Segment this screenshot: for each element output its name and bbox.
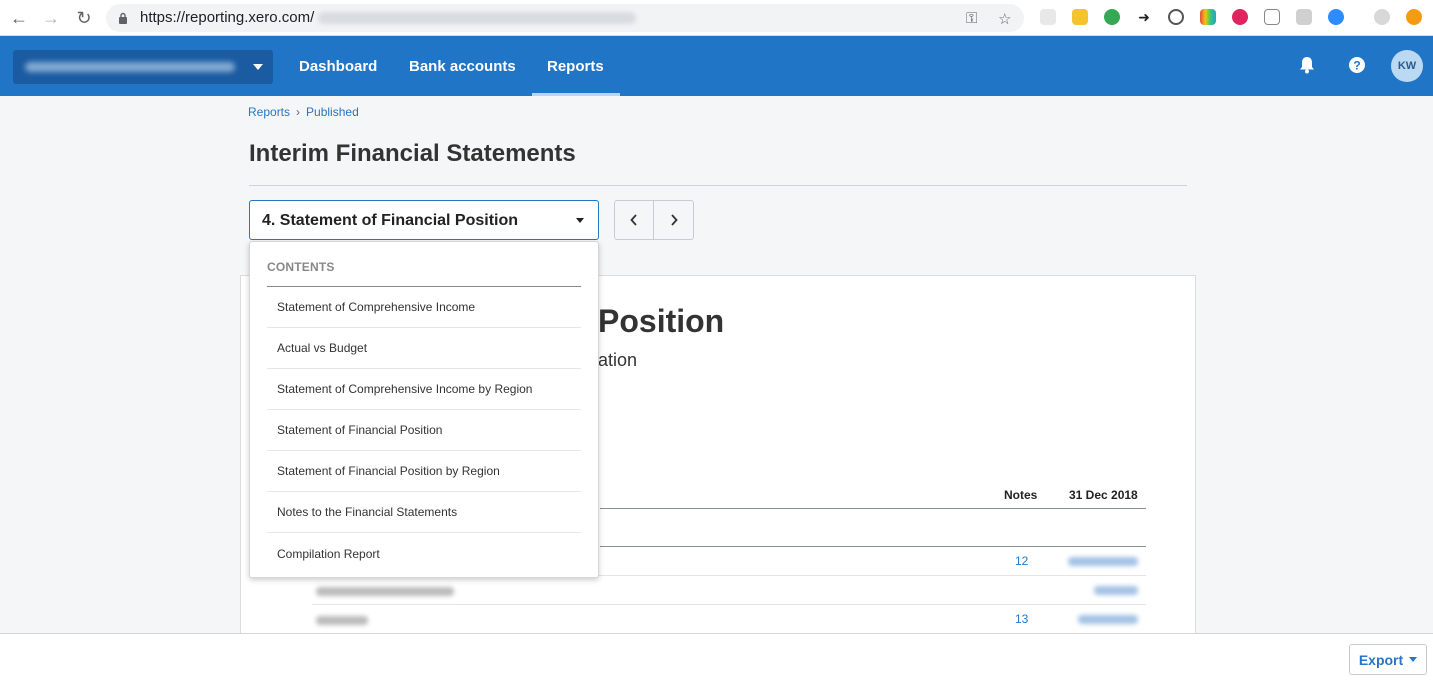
forward-icon[interactable]: →: [40, 7, 62, 29]
section-pager: [614, 200, 694, 240]
organisation-selector[interactable]: [13, 50, 273, 84]
table-value-redacted: [1068, 557, 1138, 566]
export-button[interactable]: Export: [1349, 644, 1427, 675]
bell-icon[interactable]: [1299, 56, 1315, 74]
nav-reports[interactable]: Reports: [547, 58, 604, 75]
key-icon[interactable]: ⚿: [966, 10, 977, 27]
app-header: Dashboard Bank accounts Reports ? KW: [0, 36, 1433, 96]
nav-dashboard[interactable]: Dashboard: [299, 58, 377, 75]
contents-item[interactable]: Actual vs Budget: [267, 328, 581, 369]
extension-icon[interactable]: [1072, 9, 1088, 25]
browser-toolbar: ← → ↻ https://reporting.xero.com/ ⚿ ☆ ➜: [0, 0, 1433, 36]
note-link[interactable]: 13: [1015, 612, 1028, 626]
contents-item[interactable]: Statement of Comprehensive Income by Reg…: [267, 369, 581, 410]
extension-icon[interactable]: [1040, 9, 1056, 25]
breadcrumb-separator: ›: [296, 105, 301, 119]
column-header-notes: Notes: [1004, 488, 1038, 502]
svg-text:?: ?: [1353, 59, 1360, 73]
caret-down-icon: [253, 64, 263, 70]
footer-bar: [0, 633, 1433, 685]
caret-down-icon: [1409, 657, 1418, 662]
next-section-button[interactable]: [654, 200, 694, 240]
report-subheading: ation: [598, 350, 638, 370]
previous-section-button[interactable]: [614, 200, 654, 240]
contents-item[interactable]: Statement of Financial Position by Regio…: [267, 451, 581, 492]
back-icon[interactable]: ←: [8, 7, 30, 29]
table-label-redacted: [316, 616, 368, 625]
reload-icon[interactable]: ↻: [73, 7, 95, 29]
table-row-divider: [312, 604, 1146, 605]
contents-item[interactable]: Compilation Report: [267, 533, 581, 574]
breadcrumb: Reports › Published: [248, 105, 359, 119]
chevron-right-icon: [670, 214, 678, 226]
extension-icon[interactable]: [1168, 9, 1184, 25]
contents-item[interactable]: Statement of Comprehensive Income: [267, 287, 581, 328]
url-path-redacted: [318, 12, 636, 24]
organisation-name-redacted: [25, 62, 235, 72]
url-text: https://reporting.xero.com/: [140, 9, 315, 26]
address-bar[interactable]: https://reporting.xero.com/ ⚿ ☆: [106, 4, 1024, 32]
zoom-icon[interactable]: [1328, 9, 1344, 25]
breadcrumb-reports[interactable]: Reports: [248, 105, 290, 119]
help-icon[interactable]: ?: [1348, 56, 1366, 74]
page-title: Interim Financial Statements: [249, 140, 576, 167]
extension-icon[interactable]: [1264, 9, 1280, 25]
star-icon[interactable]: ☆: [998, 10, 1011, 28]
active-nav-indicator: [532, 93, 620, 96]
note-link[interactable]: 12: [1015, 554, 1028, 568]
table-header-rule: [600, 508, 1146, 509]
extension-icon[interactable]: [1200, 9, 1216, 25]
contents-item[interactable]: Statement of Financial Position: [267, 410, 581, 451]
update-icon[interactable]: [1406, 9, 1422, 25]
breadcrumb-published[interactable]: Published: [306, 105, 359, 119]
table-label-redacted: [316, 587, 454, 596]
lock-icon: [119, 12, 127, 24]
report-section-select-value: 4. Statement of Financial Position: [262, 212, 519, 229]
contents-dropdown: CONTENTS Statement of Comprehensive Inco…: [249, 241, 599, 578]
contents-item[interactable]: Notes to the Financial Statements: [267, 492, 581, 533]
extension-icon[interactable]: [1232, 9, 1248, 25]
arrow-extension-icon[interactable]: ➜: [1136, 9, 1152, 25]
avatar[interactable]: KW: [1391, 50, 1423, 82]
report-heading: Position: [598, 303, 725, 339]
column-header-date: 31 Dec 2018: [1069, 488, 1138, 502]
contents-heading: CONTENTS: [267, 260, 335, 274]
nav-bank-accounts[interactable]: Bank accounts: [409, 58, 516, 75]
report-section-select[interactable]: 4. Statement of Financial Position: [249, 200, 599, 240]
profile-icon[interactable]: [1374, 9, 1390, 25]
export-label: Export: [1358, 651, 1404, 668]
caret-down-icon: [576, 218, 584, 223]
title-divider: [249, 185, 1187, 186]
table-value-redacted: [1094, 586, 1138, 595]
grammarly-icon[interactable]: [1104, 9, 1120, 25]
table-value-redacted: [1078, 615, 1138, 624]
chevron-left-icon: [630, 214, 637, 226]
table-section-rule: [600, 546, 1146, 547]
extension-icon[interactable]: [1296, 9, 1312, 25]
